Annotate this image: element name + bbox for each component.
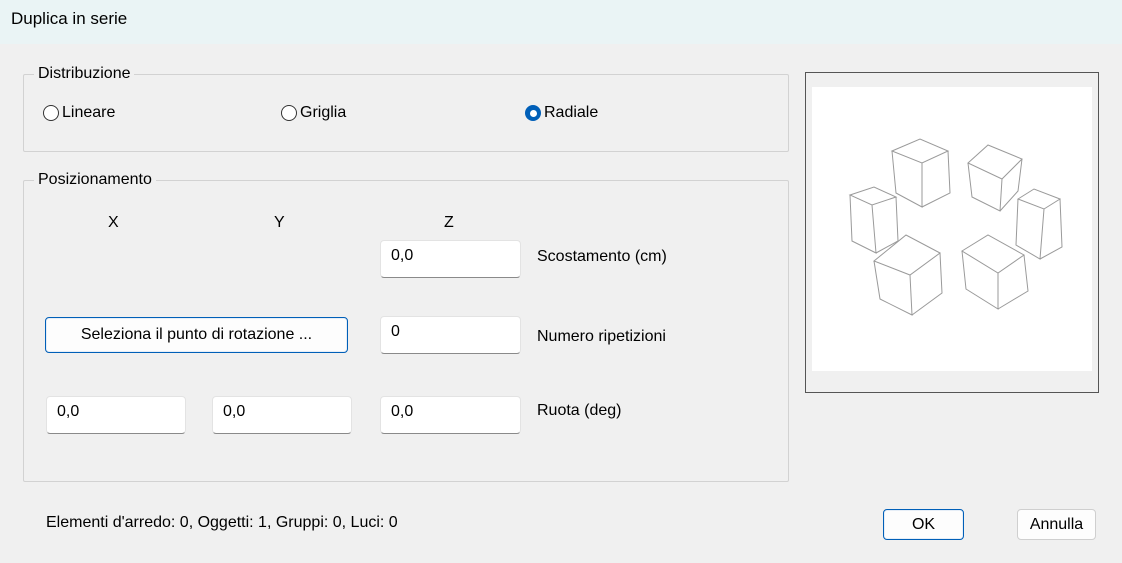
offset-z-input[interactable] (380, 240, 521, 278)
radio-lineare-circle[interactable] (43, 105, 59, 121)
status-summary: Elementi d'arredo: 0, Oggetti: 1, Gruppi… (46, 514, 398, 531)
rotate-z-input[interactable] (380, 396, 521, 434)
radio-lineare[interactable]: Lineare (43, 104, 115, 122)
radial-cubes-preview-icon (848, 138, 1063, 316)
rotate-y-input[interactable] (212, 396, 352, 434)
rotate-label: Ruota (deg) (537, 402, 622, 419)
cancel-button[interactable]: Annulla (1017, 509, 1096, 540)
distribution-legend: Distribuzione (34, 65, 135, 83)
repetitions-label: Numero ripetizioni (537, 328, 666, 345)
radio-griglia-circle[interactable] (281, 105, 297, 121)
rotate-x-input[interactable] (46, 396, 186, 434)
positioning-legend: Posizionamento (34, 171, 156, 189)
radio-lineare-label: Lineare (62, 104, 116, 121)
title-bar[interactable]: Duplica in serie (0, 0, 1122, 44)
radio-radiale-label: Radiale (544, 104, 599, 121)
axis-label-z: Z (444, 214, 454, 231)
radio-radiale-circle[interactable] (525, 105, 541, 121)
window-title: Duplica in serie (11, 9, 128, 28)
radio-radiale[interactable]: Radiale (525, 104, 598, 122)
radio-griglia[interactable]: Griglia (281, 104, 346, 122)
preview-frame (805, 72, 1099, 393)
axis-label-x: X (108, 214, 119, 231)
preview-canvas (812, 87, 1092, 371)
distribution-group: Distribuzione (23, 65, 789, 152)
ok-button[interactable]: OK (883, 509, 964, 540)
offset-label: Scostamento (cm) (537, 248, 667, 265)
repetitions-input[interactable] (380, 316, 521, 354)
axis-label-y: Y (274, 214, 285, 231)
select-rotation-point-button[interactable]: Seleziona il punto di rotazione ... (45, 317, 348, 353)
radio-griglia-label: Griglia (300, 104, 347, 121)
